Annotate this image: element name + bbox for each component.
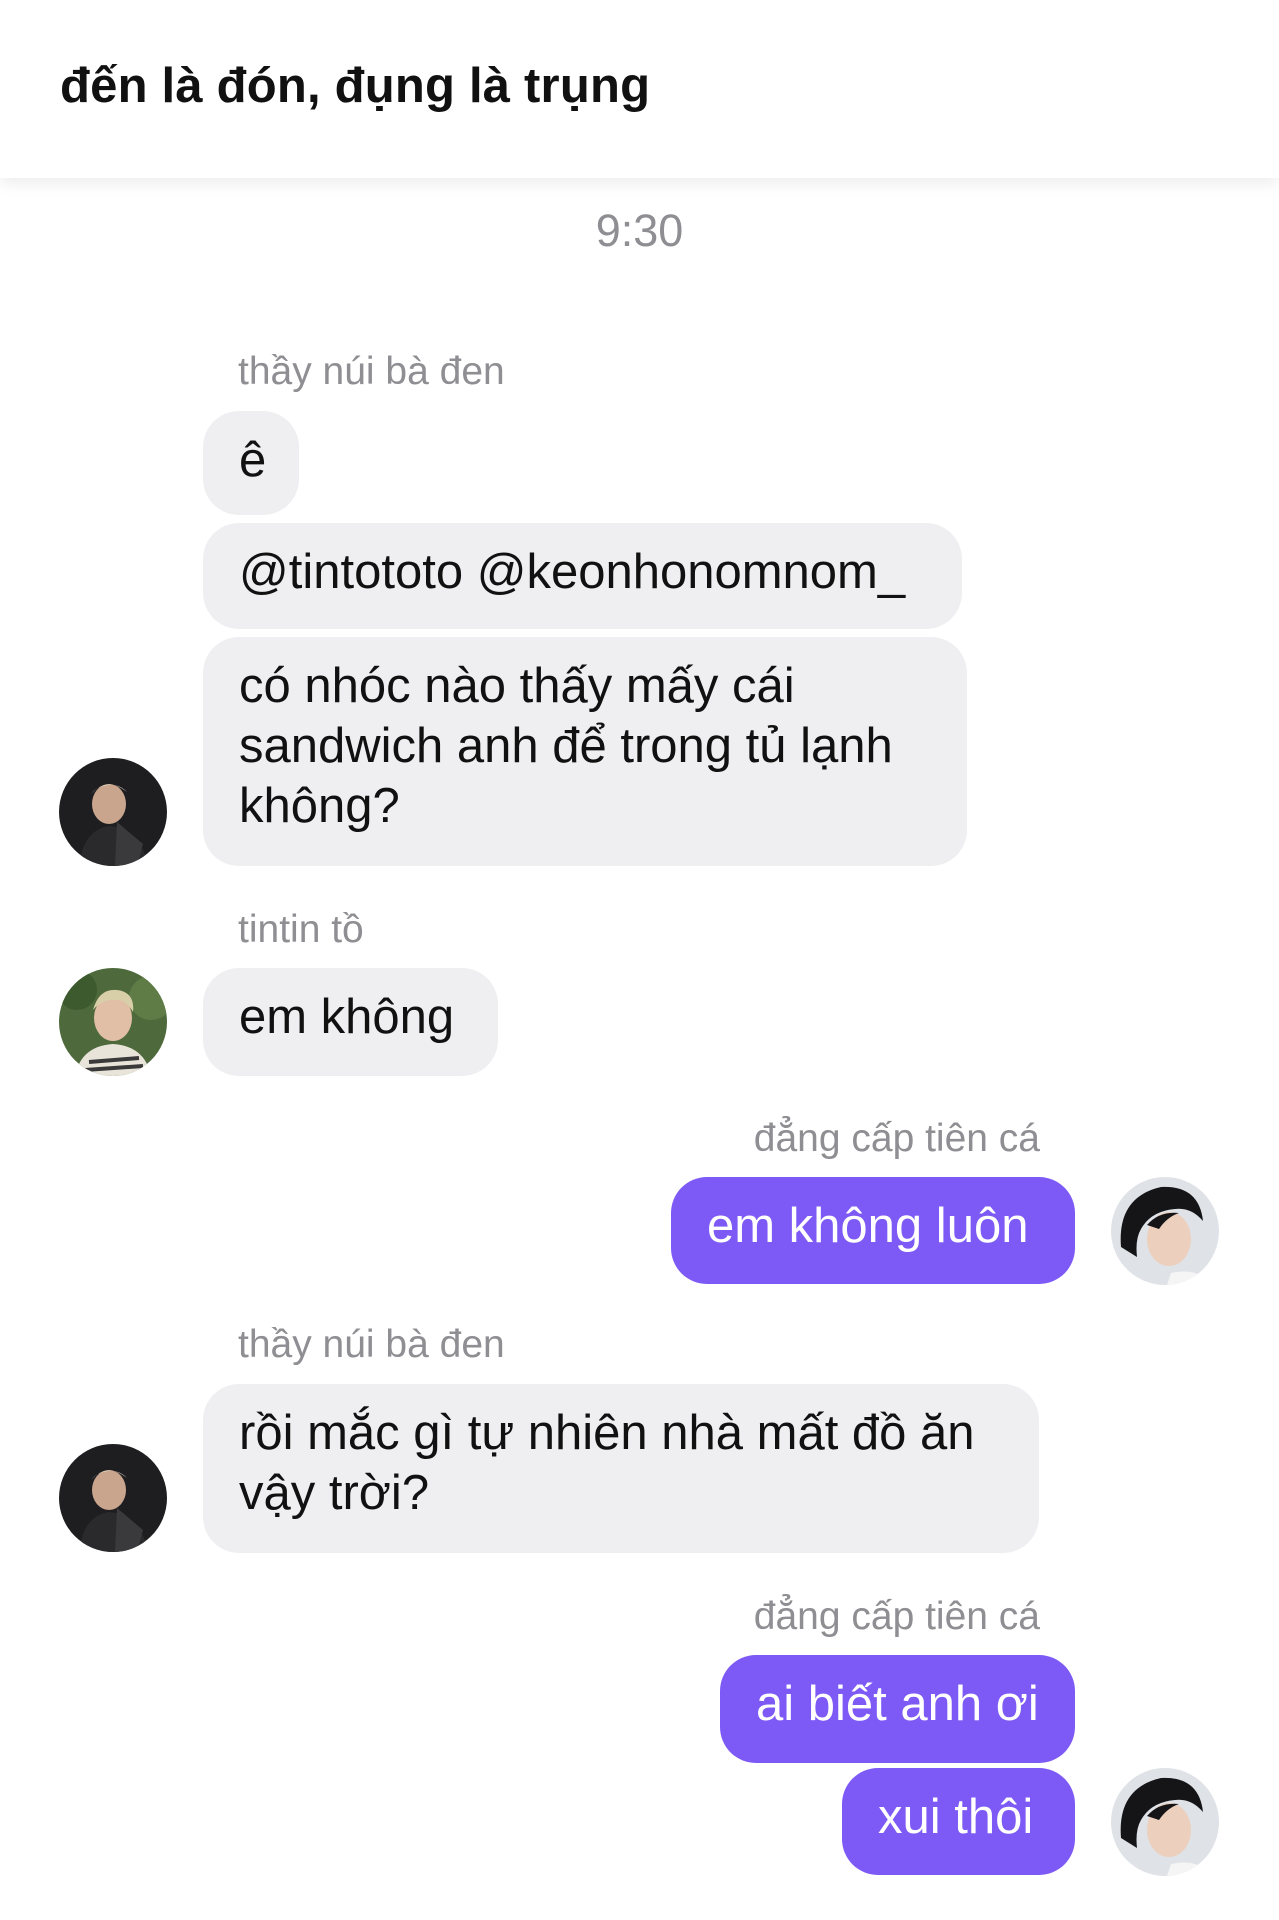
- chat-header: đến là đón, đụng là trụng: [0, 0, 1279, 178]
- message-timestamp: 9:30: [595, 205, 684, 256]
- message-bubble-incoming[interactable]: @tintototo @keonhonomnom_: [203, 523, 962, 629]
- message-bubble-incoming[interactable]: rồi mắc gì tự nhiên nhà mất đồ ăn vậy tr…: [203, 1384, 1039, 1553]
- sender-name: thầy núi bà đen: [238, 350, 505, 393]
- avatar-image: [1111, 1177, 1219, 1285]
- message-bubble-incoming[interactable]: có nhóc nào thấy mấy cái sandwich anh để…: [203, 637, 967, 866]
- message-bubble-outgoing[interactable]: ai biết anh ơi: [720, 1655, 1075, 1763]
- avatar-thay-nui-ba-den[interactable]: [59, 1444, 167, 1552]
- sender-name: thầy núi bà đen: [238, 1323, 505, 1366]
- avatar-thay-nui-ba-den[interactable]: [59, 758, 167, 866]
- sender-name: đẳng cấp tiên cá: [753, 1595, 1040, 1638]
- avatar-dang-cap-tien-ca[interactable]: [1111, 1177, 1219, 1285]
- avatar-image: [59, 758, 167, 866]
- avatar-image: [1111, 1768, 1219, 1876]
- message-bubble-outgoing[interactable]: xui thôi: [842, 1768, 1075, 1875]
- sender-name: đẳng cấp tiên cá: [753, 1117, 1040, 1160]
- chat-screen: đến là đón, đụng là trụng 9:30 thầy núi …: [0, 0, 1279, 1920]
- avatar-image: [59, 968, 167, 1076]
- chat-title[interactable]: đến là đón, đụng là trụng: [60, 58, 650, 114]
- message-bubble-incoming[interactable]: em không: [203, 968, 498, 1076]
- avatar-image: [59, 1444, 167, 1552]
- message-bubble-incoming[interactable]: ê: [203, 411, 299, 515]
- avatar-tintin-to[interactable]: [59, 968, 167, 1076]
- sender-name: tintin tồ: [238, 908, 364, 951]
- avatar-dang-cap-tien-ca[interactable]: [1111, 1768, 1219, 1876]
- message-bubble-outgoing[interactable]: em không luôn: [671, 1177, 1075, 1284]
